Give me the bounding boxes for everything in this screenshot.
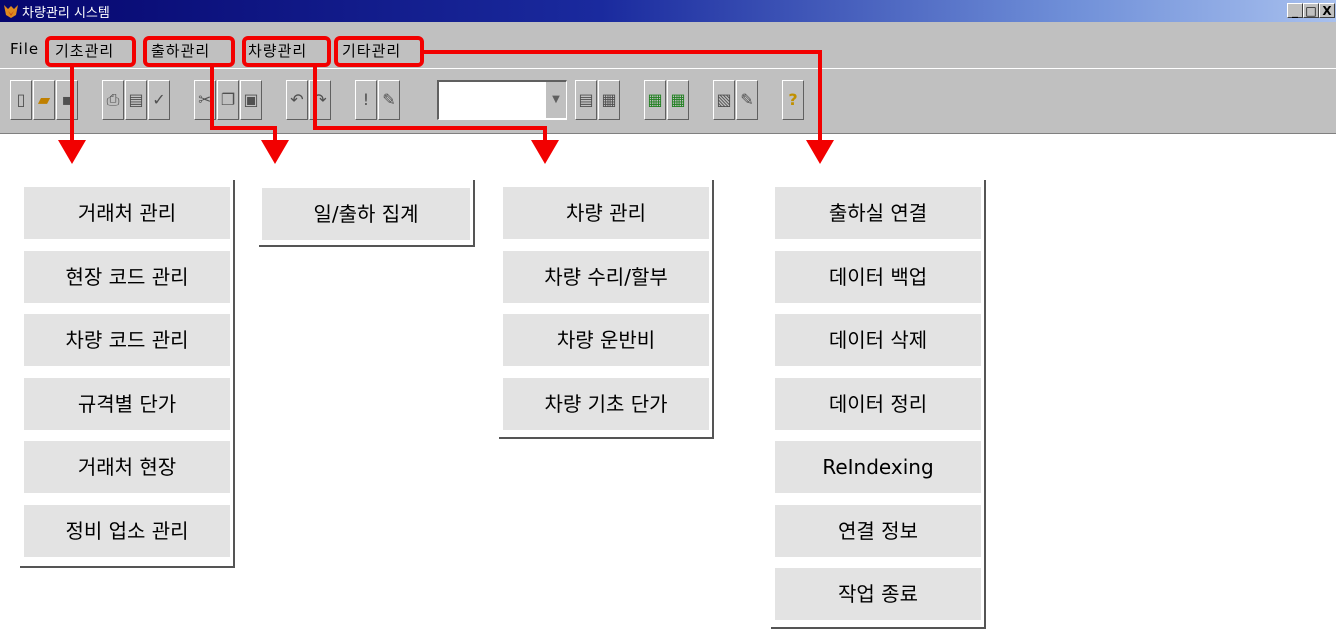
menu-etc-reindex[interactable]: ReIndexing [775,441,981,493]
menu-etc-delete[interactable]: 데이터 삭제 [775,314,981,366]
menu-vehicle-repair[interactable]: 차량 수리/할부 [503,251,709,303]
menu-basic-vehicle-code[interactable]: 차량 코드 관리 [24,314,230,366]
menu-etc-connection-info[interactable]: 연결 정보 [775,505,981,557]
menu-basic-unit-price[interactable]: 규격별 단가 [24,378,230,430]
menu-shipping-summary[interactable]: 일/출하 집계 [262,188,470,240]
menu-etc-cleanup[interactable]: 데이터 정리 [775,378,981,430]
menu-vehicle-base-price[interactable]: 차량 기초 단가 [503,378,709,430]
menu-vehicle-transport[interactable]: 차량 운반비 [503,314,709,366]
menu-basic-repair-shop[interactable]: 정비 업소 관리 [24,505,230,557]
menu-etc-exit[interactable]: 작업 종료 [775,568,981,620]
menu-basic-site-code[interactable]: 현장 코드 관리 [24,251,230,303]
menu-etc-backup[interactable]: 데이터 백업 [775,251,981,303]
menu-vehicle-manage[interactable]: 차량 관리 [503,187,709,239]
menu-basic-client[interactable]: 거래처 관리 [24,187,230,239]
menu-etc-connect[interactable]: 출하실 연결 [775,187,981,239]
menu-basic-client-site[interactable]: 거래처 현장 [24,441,230,493]
